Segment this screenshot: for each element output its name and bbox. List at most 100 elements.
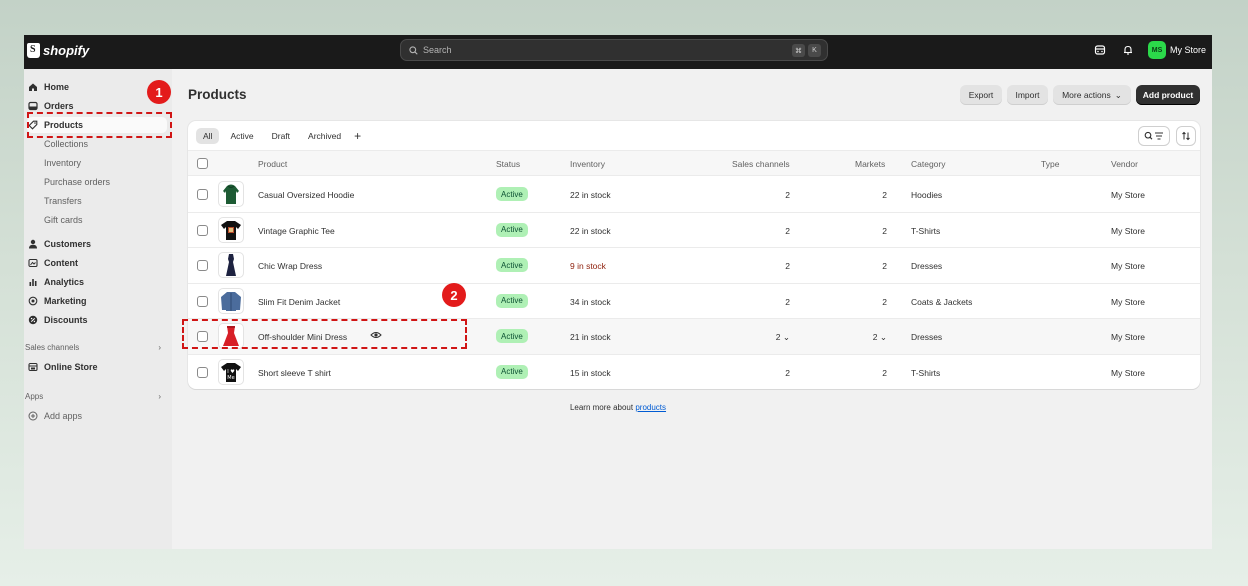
column-vendor[interactable]: Vendor — [1111, 159, 1138, 169]
row-checkbox[interactable] — [197, 295, 208, 307]
shopify-logo[interactable]: shopify — [27, 43, 89, 58]
inventory-value: 22 in stock — [570, 225, 611, 236]
sidebar-item-gift-cards[interactable]: Gift cards — [27, 212, 167, 228]
online-store-icon — [27, 361, 39, 373]
sales-channels-count: 2 — [785, 367, 790, 378]
store-name[interactable]: My Store — [1170, 45, 1206, 55]
chevron-right-icon: › — [158, 343, 161, 352]
sales-channels-value[interactable]: 2 ⌄ — [748, 332, 790, 343]
inventory-value: 22 in stock — [570, 190, 611, 200]
tab-draft[interactable]: Draft — [265, 128, 297, 144]
vendor-value: My Store — [1111, 296, 1146, 307]
sales-channels-value: 2 — [748, 190, 790, 200]
row-checkbox[interactable] — [197, 260, 208, 271]
sidebar-item-label: Customers — [44, 239, 92, 249]
sidebar-item-purchase-orders[interactable]: Purchase orders — [27, 174, 167, 190]
table-row[interactable]: Slim Fit Denim Jacket Active 34 in stock 2 2… — [188, 284, 1200, 319]
column-markets[interactable]: Markets — [855, 159, 885, 169]
step-2-callout: 2 — [442, 283, 466, 307]
sidebar-item-transfers[interactable]: Transfers — [27, 193, 167, 209]
table-row[interactable]: I ♥ Me Short sleeve T shirt Active 15 in sto… — [188, 355, 1200, 390]
bell-icon[interactable] — [1120, 42, 1136, 58]
markets-value: 2 — [844, 297, 887, 307]
avatar[interactable]: MS — [1147, 41, 1166, 59]
status-badge: Active — [496, 329, 528, 343]
sidebar-item-label: Marketing — [44, 296, 87, 306]
shortcut-key-k: K — [808, 44, 821, 57]
column-inventory[interactable]: Inventory — [570, 159, 605, 169]
sidebar-item-discounts[interactable]: Discounts — [27, 312, 167, 328]
search-filter-button[interactable] — [1138, 126, 1170, 146]
sort-button[interactable] — [1176, 126, 1196, 146]
sidebar-item-customers[interactable]: Customers — [27, 236, 167, 252]
product-name[interactable]: Short sleeve T shirt — [258, 368, 331, 378]
sidebar-item-label: Analytics — [44, 277, 85, 287]
sales-channels-value: 2 — [748, 297, 790, 307]
search-input[interactable]: Search ⌘ K — [400, 39, 828, 61]
more-actions-button[interactable]: More actions ⌄ — [1053, 85, 1131, 105]
sidebar-item-analytics[interactable]: Analytics — [27, 274, 167, 290]
export-button[interactable]: Export — [960, 85, 1002, 105]
product-thumbnail[interactable] — [218, 181, 244, 207]
table-row[interactable]: Chic Wrap Dress Active 9 in stock 2 2 Dresses… — [188, 248, 1200, 284]
sidebar-item-home[interactable]: Home — [27, 79, 167, 95]
status-badge: Active — [496, 258, 528, 272]
product-thumbnail[interactable] — [218, 252, 244, 278]
product-thumbnail[interactable]: I ♥ Me — [218, 358, 244, 385]
column-product[interactable]: Product — [258, 159, 287, 169]
column-type[interactable]: Type — [1041, 159, 1059, 169]
shortcut-key-cmd: ⌘ — [792, 44, 805, 57]
inventory-value: 21 in stock — [570, 332, 611, 342]
status-badge: Active — [496, 293, 528, 308]
table-header: Product Status Inventory Sales channels … — [188, 150, 1200, 176]
column-status[interactable]: Status — [496, 159, 520, 169]
sales-channels-header[interactable]: Sales channels › — [25, 343, 161, 352]
admin-window: shopify Search ⌘ K MS My Store Home Orde… — [24, 35, 1212, 549]
product-name[interactable]: Casual Oversized Hoodie — [258, 190, 354, 200]
column-category[interactable]: Category — [911, 159, 946, 169]
sales-channels-count: 2 — [785, 225, 790, 236]
add-view-icon[interactable]: + — [354, 129, 361, 143]
sidebar: Home Orders Products Collections Invento… — [24, 69, 172, 549]
column-sales-channels[interactable]: Sales channels — [732, 159, 790, 169]
markets-count: 2 — [882, 261, 887, 271]
row-checkbox[interactable] — [197, 189, 208, 200]
select-all-checkbox[interactable] — [197, 158, 208, 169]
product-thumbnail[interactable] — [218, 287, 244, 314]
search-icon — [409, 45, 418, 55]
table-row[interactable]: Casual Oversized Hoodie Active 22 in stock… — [188, 177, 1200, 213]
tab-all[interactable]: All — [196, 128, 220, 144]
markets-value: 2 — [844, 226, 887, 236]
products-help-link[interactable]: products — [635, 403, 666, 412]
markets-count: 2 — [882, 190, 887, 200]
tab-active[interactable]: Active — [223, 128, 260, 144]
svg-text:Me: Me — [227, 375, 234, 381]
tab-archived[interactable]: Archived — [301, 128, 348, 144]
row-checkbox[interactable] — [197, 224, 208, 236]
sales-channels-value: 2 — [748, 226, 790, 236]
sidebar-item-collections[interactable]: Collections — [27, 136, 167, 152]
add-product-button[interactable]: Add product — [1136, 85, 1200, 105]
sidebar-item-marketing[interactable]: Marketing — [27, 293, 167, 309]
table-row[interactable]: Vintage Graphic Tee Active 22 in stock 2 2 T-… — [188, 213, 1200, 248]
more-actions-label: More actions — [1062, 90, 1111, 100]
product-name[interactable]: Slim Fit Denim Jacket — [258, 297, 340, 307]
vendor-value: My Store — [1111, 261, 1146, 271]
markets-value[interactable]: 2 ⌄ — [844, 332, 887, 343]
page-title: Products — [188, 87, 247, 102]
import-button[interactable]: Import — [1007, 85, 1048, 105]
store-icon[interactable] — [1092, 42, 1108, 58]
product-thumbnail[interactable] — [218, 216, 244, 243]
row-checkbox[interactable] — [197, 366, 208, 378]
inventory-value: 9 in stock — [570, 261, 606, 271]
highlight-products-nav — [27, 112, 172, 138]
product-name[interactable]: Chic Wrap Dress — [258, 261, 322, 271]
sidebar-item-online-store[interactable]: Online Store — [27, 359, 167, 375]
category-value: Coats & Jackets — [911, 296, 973, 307]
sidebar-item-inventory[interactable]: Inventory — [27, 155, 167, 171]
apps-header[interactable]: Apps › — [25, 392, 161, 401]
sidebar-item-content[interactable]: Content — [27, 255, 167, 271]
vendor-value: My Store — [1111, 190, 1146, 200]
category-value: Dresses — [911, 261, 943, 271]
product-name[interactable]: Vintage Graphic Tee — [258, 226, 335, 236]
